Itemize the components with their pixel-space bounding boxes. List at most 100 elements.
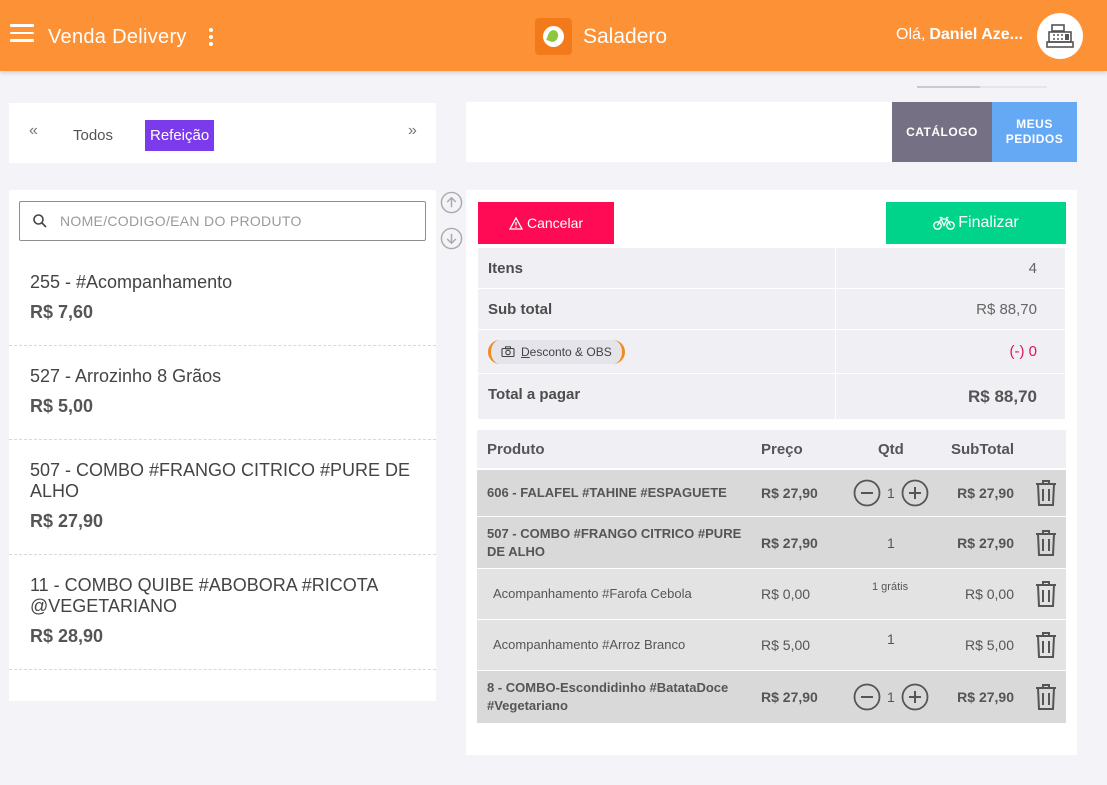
item-price: R$ 27,90	[761, 535, 818, 551]
discount-obs-button[interactable]: Desconto & OBS	[488, 339, 625, 364]
item-subtotal: R$ 0,00	[964, 586, 1014, 602]
loading-indicator	[917, 86, 1047, 88]
item-price: R$ 27,90	[761, 485, 818, 501]
item-price: R$ 0,00	[761, 586, 811, 602]
table-row-addon: Acompanhamento #Farofa Cebola R$ 0,00 1 …	[477, 569, 1066, 620]
table-row-addon: Acompanhamento #Arroz Branco R$ 5,00 1 R…	[477, 620, 1066, 671]
discount-label-first: D	[521, 344, 530, 359]
search-field	[19, 201, 426, 241]
trash-icon[interactable]	[1034, 479, 1058, 507]
scroll-left-icon[interactable]: «	[29, 122, 38, 140]
hamburger-menu-icon[interactable]	[10, 24, 34, 44]
page-title: Venda Delivery	[48, 26, 187, 48]
product-price: R$ 28,90	[30, 626, 104, 646]
product-list-panel: 255 - #Acompanhamento R$ 7,60 527 - Arro…	[9, 190, 436, 701]
column-header-price: Preço	[761, 441, 803, 458]
brand: Saladero	[535, 18, 667, 55]
summary-label: Sub total	[478, 289, 836, 329]
column-header-subtotal: SubTotal	[951, 441, 1015, 458]
item-subtotal: R$ 5,00	[964, 637, 1014, 653]
increase-qty-icon[interactable]	[901, 479, 929, 507]
decrease-qty-icon[interactable]	[853, 479, 881, 507]
column-header-product: Produto	[487, 441, 545, 458]
column-header-qty: Qtd	[878, 441, 904, 458]
view-tabs-bar: CATÁLOGO MEUS PEDIDOS	[466, 102, 1077, 162]
item-price: R$ 5,00	[761, 637, 811, 653]
item-name: 606 - FALAFEL #TAHINE #ESPAGUETE	[487, 485, 727, 500]
product-item[interactable]: 255 - #Acompanhamento R$ 7,60	[9, 252, 436, 346]
scroll-right-icon[interactable]: »	[408, 122, 417, 140]
item-name: 507 - COMBO #FRANGO CITRICO #PURE DE ALH…	[487, 526, 742, 559]
item-name: Acompanhamento #Arroz Branco	[493, 637, 686, 652]
product-name: 507 - COMBO #FRANGO CITRICO #PURE DE ALH…	[30, 460, 411, 501]
product-item[interactable]: 507 - COMBO #FRANGO CITRICO #PURE DE ALH…	[9, 440, 436, 555]
discount-value: (-) 0	[1009, 343, 1038, 360]
product-item[interactable]: 11 - COMBO QUIBE #ABOBORA #RICOTA @VEGET…	[9, 555, 436, 670]
item-subtotal: R$ 27,90	[957, 485, 1014, 501]
cancel-label: Cancelar	[526, 215, 584, 231]
product-price: R$ 7,60	[30, 302, 94, 322]
summary-label-cell: Desconto & OBS	[478, 330, 836, 373]
brand-name: Saladero	[583, 24, 668, 48]
decrease-qty-icon[interactable]	[853, 683, 881, 711]
items-table-header: Produto Preço Qtd SubTotal	[477, 430, 1066, 468]
product-name: 255 - #Acompanhamento	[30, 272, 233, 292]
user-name[interactable]: Daniel Aze...	[929, 26, 1023, 43]
order-summary: Itens 4 Sub total R$ 88,70 Desconto & OB…	[478, 248, 1065, 420]
warning-icon	[508, 216, 523, 230]
product-name: 527 - Arrozinho 8 Grãos	[30, 366, 222, 386]
summary-row-items: Itens 4	[478, 248, 1065, 289]
trash-icon[interactable]	[1034, 683, 1058, 711]
category-bar: « Todos Refeição »	[9, 103, 436, 163]
finish-label: Finalizar	[958, 214, 1019, 231]
brand-logo-icon	[535, 18, 572, 55]
summary-row-discount: Desconto & OBS (-) 0	[478, 330, 1065, 374]
search-input[interactable]	[60, 213, 400, 229]
table-row: 507 - COMBO #FRANGO CITRICO #PURE DE ALH…	[477, 517, 1066, 569]
item-qty: 1	[887, 631, 895, 647]
item-qty: 1	[887, 485, 895, 501]
product-price: R$ 5,00	[30, 396, 94, 416]
tab-todos[interactable]: Todos	[68, 120, 118, 151]
more-options-icon[interactable]	[205, 28, 217, 50]
item-qty: 1	[887, 689, 895, 705]
item-qty: 1 grátis	[872, 581, 909, 593]
summary-value: 4	[1028, 259, 1037, 277]
summary-row-subtotal: Sub total R$ 88,70	[478, 289, 1065, 330]
product-price: R$ 27,90	[30, 511, 104, 531]
item-name: Acompanhamento #Farofa Cebola	[493, 586, 692, 601]
item-subtotal: R$ 27,90	[957, 535, 1014, 551]
discount-label-rest: esconto & OBS	[529, 344, 612, 359]
order-panel: Cancelar Finalizar Itens 4 Sub total R$ …	[466, 190, 1077, 755]
scroll-down-icon[interactable]	[440, 227, 463, 250]
total-value: R$ 88,70	[968, 386, 1037, 406]
product-item[interactable]: 527 - Arrozinho 8 Grãos R$ 5,00	[9, 346, 436, 440]
tab-refeicao[interactable]: Refeição	[145, 120, 215, 151]
increase-qty-icon[interactable]	[901, 683, 929, 711]
tab-my-orders[interactable]: MEUS PEDIDOS	[992, 102, 1077, 162]
item-name: 8 - COMBO-Escondidinho #BatataDoce #Vege…	[487, 680, 729, 713]
greeting-text: Olá,	[896, 26, 926, 43]
tab-catalog[interactable]: CATÁLOGO	[892, 102, 992, 162]
product-list: 255 - #Acompanhamento R$ 7,60 527 - Arro…	[9, 252, 436, 670]
table-row: 8 - COMBO-Escondidinho #BatataDoce #Vege…	[477, 671, 1066, 724]
top-bar: Venda Delivery Saladero Olá, Daniel Aze..…	[0, 0, 1107, 71]
item-price: R$ 27,90	[761, 689, 818, 705]
user-greeting: Olá, Daniel Aze...	[896, 26, 1023, 44]
summary-label: Itens	[478, 248, 836, 288]
item-qty: 1	[887, 535, 895, 551]
trash-icon[interactable]	[1034, 529, 1058, 557]
summary-row-total: Total a pagar R$ 88,70	[478, 374, 1065, 420]
table-row: 606 - FALAFEL #TAHINE #ESPAGUETE R$ 27,9…	[477, 470, 1066, 517]
item-subtotal: R$ 27,90	[957, 689, 1014, 705]
trash-icon[interactable]	[1034, 580, 1058, 608]
search-icon	[33, 214, 47, 228]
cancel-button[interactable]: Cancelar	[478, 202, 614, 244]
camera-icon	[501, 346, 515, 357]
summary-value: R$ 88,70	[976, 300, 1037, 318]
trash-icon[interactable]	[1034, 631, 1058, 659]
summary-label: Total a pagar	[478, 374, 836, 419]
scroll-up-icon[interactable]	[440, 191, 463, 214]
finish-button[interactable]: Finalizar	[886, 202, 1066, 244]
cash-register-icon[interactable]	[1037, 13, 1083, 59]
